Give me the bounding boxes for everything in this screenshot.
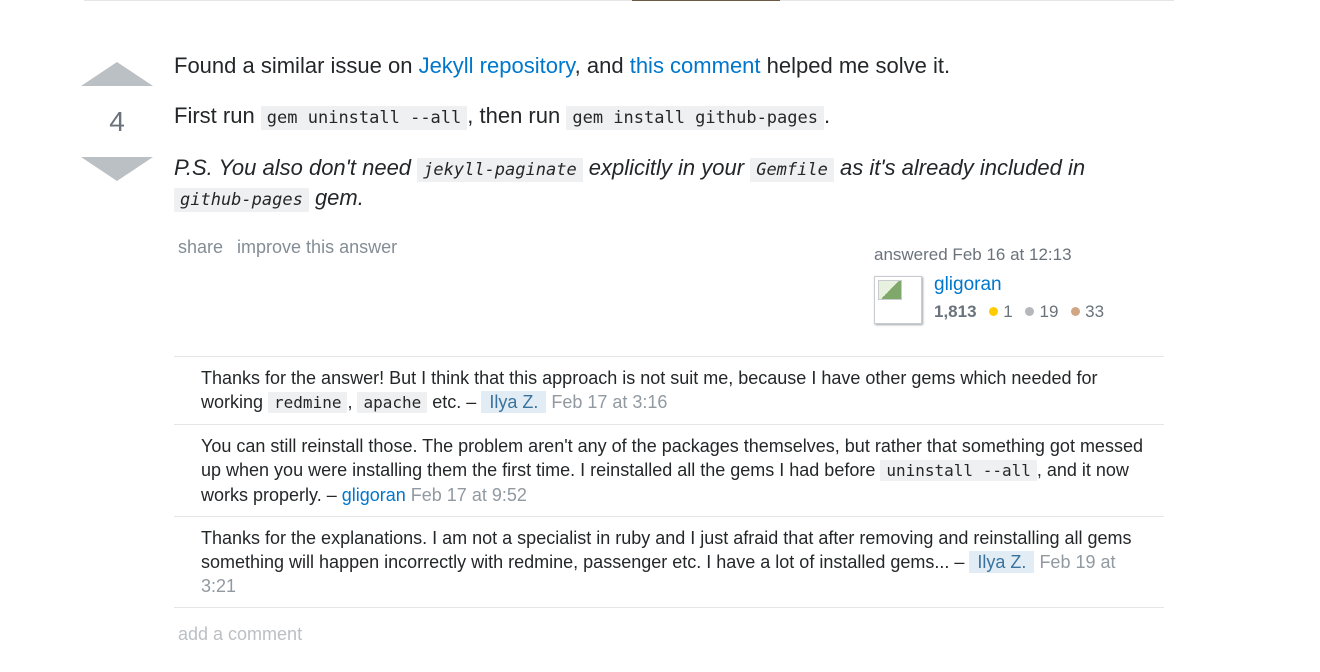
comment: Thanks for the answer! But I think that … — [174, 357, 1164, 425]
answer-paragraph-2: First run gem uninstall --all, then run … — [174, 102, 1164, 132]
answer-text: First run — [174, 103, 261, 128]
comment-user-link[interactable]: gligoran — [342, 485, 406, 505]
comment-date[interactable]: Feb 17 at 9:52 — [411, 485, 527, 505]
user-card: answered Feb 16 at 12:13 gligoran 1,813 … — [874, 244, 1174, 324]
broken-image-icon — [878, 280, 902, 300]
comment: Thanks for the explanations. I am not a … — [174, 517, 1164, 608]
post-menu: share improve this answer — [178, 237, 411, 258]
bronze-badge-count: 33 — [1085, 302, 1105, 321]
gold-badge-icon — [989, 307, 999, 316]
add-comment-link[interactable]: add a comment — [178, 624, 302, 645]
answer-text: , and — [574, 53, 630, 78]
user-stats: 1,813 1 19 33 — [934, 302, 1112, 322]
bronze-badge: 33 — [1071, 302, 1104, 321]
silver-badge-icon — [1025, 307, 1035, 316]
inline-code: apache — [357, 392, 428, 413]
inline-code: github-pages — [174, 188, 309, 212]
answer-text: explicitly in your — [582, 155, 751, 180]
answer-text: helped me solve it. — [760, 53, 951, 78]
silver-badge-count: 19 — [1039, 302, 1059, 321]
improve-answer-link[interactable]: improve this answer — [237, 237, 397, 257]
share-link[interactable]: share — [178, 237, 223, 257]
silver-badge: 19 — [1025, 302, 1058, 321]
answer-body: Found a similar issue on Jekyll reposito… — [174, 52, 1164, 236]
inline-code: gem uninstall --all — [260, 106, 468, 130]
gold-badge-count: 1 — [1003, 302, 1013, 321]
user-info: gligoran 1,813 1 19 33 — [874, 274, 1174, 324]
comment: You can still reinstall those. The probl… — [174, 425, 1164, 517]
comment-text: , — [347, 392, 358, 412]
reputation-score: 1,813 — [934, 302, 977, 321]
answer-text: gem. — [308, 185, 364, 210]
vote-count: 4 — [109, 106, 125, 137]
comment-text: etc. – — [427, 392, 482, 412]
comments-list: Thanks for the answer! But I think that … — [174, 356, 1164, 608]
this-comment-link[interactable]: this comment — [630, 53, 761, 78]
comment-user-link[interactable]: Ilya Z. — [969, 551, 1035, 573]
answer-text: P.S. You also don't need — [174, 155, 418, 180]
inline-code: gem install github-pages — [566, 106, 824, 130]
answer-text: . — [823, 103, 831, 128]
top-divider — [84, 0, 1174, 1]
arrow-up-icon[interactable] — [81, 62, 153, 86]
answer-paragraph-1: Found a similar issue on Jekyll reposito… — [174, 52, 1164, 80]
jekyll-repository-link[interactable]: Jekyll repository — [419, 53, 575, 78]
avatar[interactable] — [874, 276, 922, 324]
arrow-down-icon[interactable] — [81, 157, 153, 181]
answer-text: as it's already included in — [833, 155, 1086, 180]
user-name-link[interactable]: gligoran — [934, 274, 1002, 296]
inline-code: jekyll-paginate — [417, 158, 583, 182]
vote-column: 4 — [81, 52, 153, 181]
answer-text: , then run — [467, 103, 567, 128]
answered-time: answered Feb 16 at 12:13 — [874, 245, 1072, 264]
answer-paragraph-3: P.S. You also don't need jekyll-paginate… — [174, 154, 1164, 214]
inline-code: uninstall --all — [880, 460, 1037, 481]
inline-code: Gemfile — [750, 158, 834, 182]
inline-code: redmine — [268, 392, 348, 413]
comment-user-link[interactable]: Ilya Z. — [481, 391, 547, 413]
gold-badge: 1 — [989, 302, 1013, 321]
top-divider-accent — [632, 0, 780, 1]
comment-date[interactable]: Feb 17 at 3:16 — [551, 392, 667, 412]
answer-text: Found a similar issue on — [174, 53, 419, 78]
bronze-badge-icon — [1071, 307, 1081, 316]
